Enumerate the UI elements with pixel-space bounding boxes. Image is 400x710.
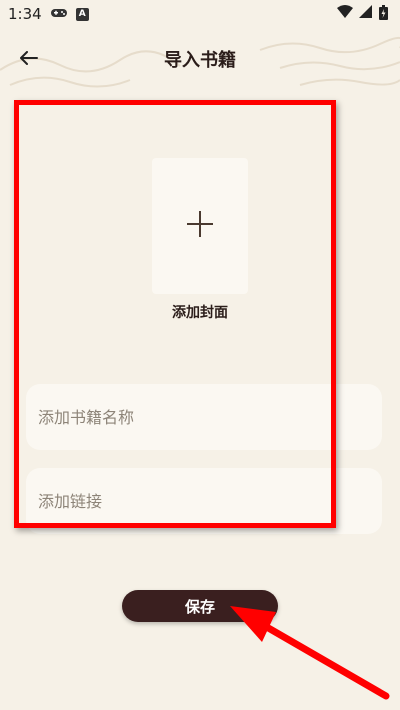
status-left: 1:34 A (8, 5, 89, 23)
add-cover-label: 添加封面 (172, 305, 228, 321)
page-title: 导入书籍 (164, 50, 236, 71)
battery-icon (379, 4, 388, 24)
book-link-field[interactable] (26, 468, 382, 534)
book-name-field[interactable] (26, 384, 382, 450)
status-bar: 1:34 A (0, 0, 400, 28)
a-badge-text: A (78, 9, 86, 19)
book-name-input[interactable] (36, 406, 382, 428)
status-time: 1:34 (8, 5, 42, 23)
book-link-input[interactable] (36, 490, 382, 512)
a-badge-icon: A (75, 7, 89, 21)
save-button-label: 保存 (184, 597, 215, 616)
plus-icon (185, 209, 215, 243)
signal-icon (359, 5, 373, 23)
gamepad-icon (50, 5, 68, 23)
add-cover-button[interactable] (152, 158, 248, 294)
app-bar: 导入书籍 (0, 36, 400, 80)
save-button[interactable]: 保存 (122, 590, 278, 622)
wifi-icon (337, 5, 353, 23)
status-right (337, 4, 388, 24)
